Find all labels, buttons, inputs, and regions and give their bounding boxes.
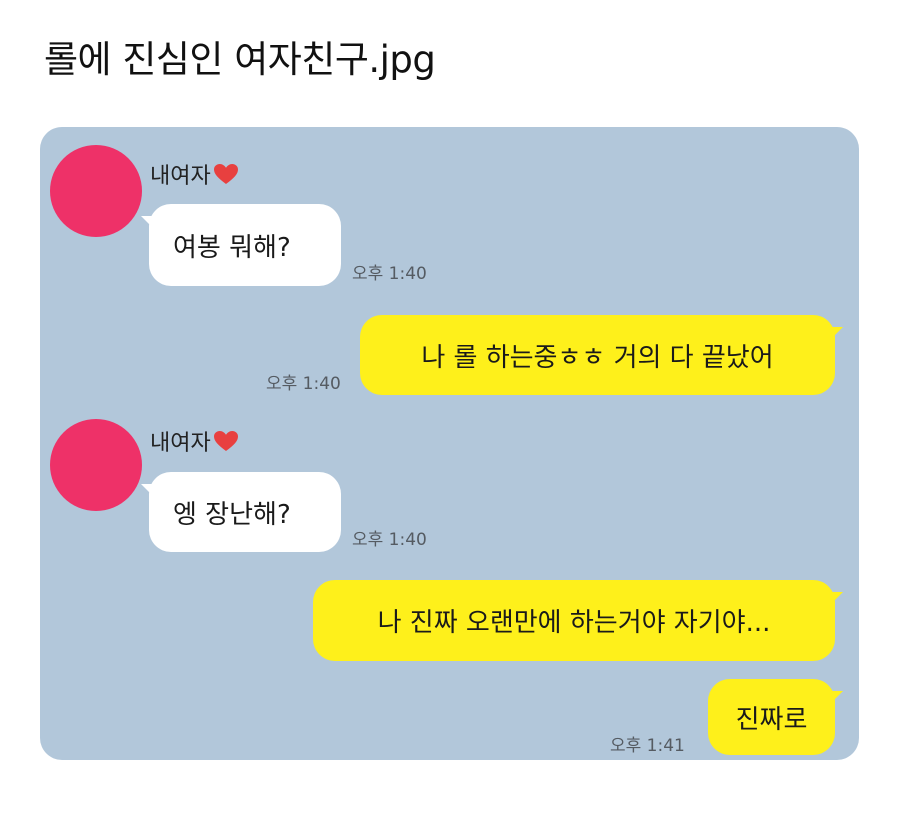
message-text: 나 진짜 오랜만에 하는거야 자기야... <box>377 608 771 638</box>
message-timestamp: 오후 1:40 <box>352 264 427 284</box>
message-bubble-incoming[interactable]: 여봉 뭐해? <box>141 204 341 286</box>
message-text: 나 롤 하는중ㅎㅎ 거의 다 끝났어 <box>421 342 774 373</box>
message-timestamp: 오후 1:40 <box>266 374 341 394</box>
message-text: 여봉 뭐해? <box>173 232 291 263</box>
message-bubble-incoming[interactable]: 엥 장난해? <box>141 472 341 552</box>
sender-name-label: 내여자 <box>150 164 211 189</box>
message-timestamp: 오후 1:41 <box>610 736 685 756</box>
sender-name: 내여자 <box>150 430 239 460</box>
post-page: 롤에 진심인 여자친구.jpg 내여자 여봉 뭐해? 오후 1:40 오후 1:… <box>0 0 900 830</box>
heart-icon <box>213 430 239 460</box>
message-text: 진짜로 <box>735 704 808 735</box>
heart-icon <box>213 163 239 193</box>
contact-avatar[interactable] <box>50 145 142 237</box>
message-text: 엥 장난해? <box>173 499 291 530</box>
message-bubble-outgoing[interactable]: 나 진짜 오랜만에 하는거야 자기야... <box>313 580 843 661</box>
post-title: 롤에 진심인 여자친구.jpg <box>44 38 436 81</box>
message-timestamp: 오후 1:40 <box>352 530 427 550</box>
chat-screenshot: 내여자 여봉 뭐해? 오후 1:40 오후 1:40 나 롤 하는중ㅎㅎ 거의 … <box>40 127 859 760</box>
sender-name: 내여자 <box>150 163 239 193</box>
sender-name-label: 내여자 <box>150 431 211 456</box>
message-bubble-outgoing[interactable]: 진짜로 <box>708 679 843 755</box>
contact-avatar[interactable] <box>50 419 142 511</box>
message-bubble-outgoing[interactable]: 나 롤 하는중ㅎㅎ 거의 다 끝났어 <box>360 315 843 395</box>
